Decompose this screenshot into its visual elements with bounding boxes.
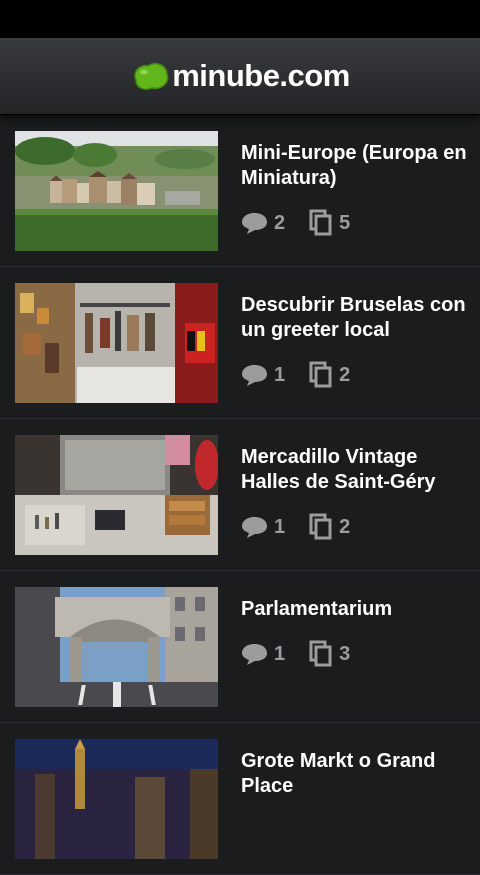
place-title[interactable]: Mini-Europe (Europa en Miniatura) [241,141,471,191]
shop-image [15,283,218,403]
comments-count: 1 [241,515,285,539]
mini-europe-image [15,131,218,251]
place-title[interactable]: Parlamentarium [241,597,471,622]
parlamentarium-image [15,587,218,707]
list-item[interactable]: Parlamentarium 1 3 [0,571,480,723]
places-list: Mini-Europe (Europa en Miniatura) 2 5 De… [0,115,480,875]
place-thumbnail[interactable] [15,283,218,403]
brand-name: minube.com [172,58,350,93]
place-title[interactable]: Descubrir Bruselas con un greeter local [241,293,471,343]
place-stats: 1 3 [241,640,471,668]
place-thumbnail[interactable] [15,587,218,707]
photos-count: 5 [309,209,350,237]
status-bar [0,0,480,38]
grand-place-image [15,739,218,859]
photos-count: 2 [309,513,350,541]
comments-count: 1 [241,642,285,666]
place-thumbnail[interactable] [15,435,218,555]
list-item[interactable]: Mercadillo Vintage Halles de Saint-Géry … [0,419,480,571]
photo-stack-icon [309,209,332,236]
photo-stack-icon [309,361,332,388]
list-item[interactable]: Grote Markt o Grand Place [0,723,480,875]
place-stats: 2 5 [241,209,471,237]
place-stats: 1 2 [241,361,471,389]
speech-bubble-icon [242,644,267,665]
speech-bubble-icon [242,365,267,386]
photos-count: 2 [309,361,350,389]
photos-count: 3 [309,640,350,668]
list-item[interactable]: Mini-Europe (Europa en Miniatura) 2 5 [0,115,480,267]
place-title[interactable]: Grote Markt o Grand Place [241,749,471,799]
place-stats: 1 2 [241,513,471,541]
comments-count: 1 [241,363,285,387]
place-thumbnail[interactable] [15,131,218,251]
market-image [15,435,218,555]
minube-blob-icon [134,62,169,90]
place-title[interactable]: Mercadillo Vintage Halles de Saint-Géry [241,445,471,495]
list-item[interactable]: Descubrir Bruselas con un greeter local … [0,267,480,419]
comments-count: 2 [241,211,285,235]
app-header: minube.com [0,38,480,115]
minube-logo[interactable]: minube.com [130,58,350,94]
speech-bubble-icon [242,517,267,538]
speech-bubble-icon [242,213,267,234]
place-thumbnail[interactable] [15,739,218,859]
photo-stack-icon [309,513,332,540]
photo-stack-icon [309,640,332,667]
